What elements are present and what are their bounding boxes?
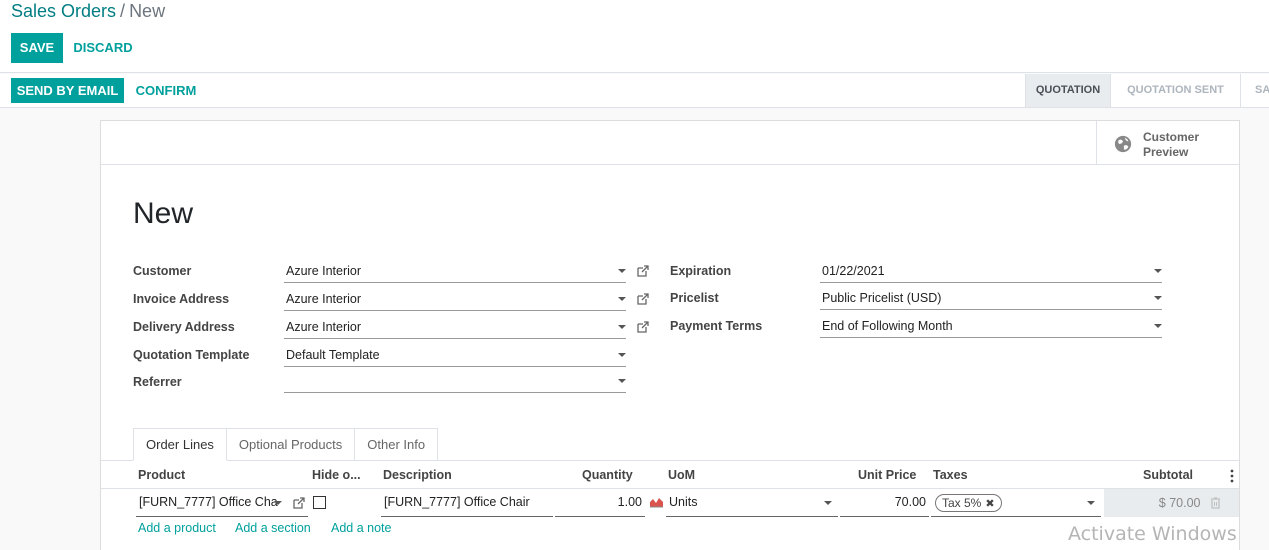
hide-composition-checkbox[interactable] — [313, 496, 326, 509]
uom-value: Units — [669, 495, 698, 509]
subtotal-value: $ 70.00 — [1158, 496, 1201, 510]
table-row[interactable]: [FURN_7777] Office Cha [FURN_7777] Offic… — [101, 489, 1239, 517]
expiration-value: 01/22/2021 — [822, 264, 885, 278]
chevron-down-icon[interactable] — [1154, 269, 1162, 273]
stage-pipeline: QUOTATION QUOTATION SENT SA — [1025, 74, 1269, 107]
add-product-link[interactable]: Add a product — [138, 521, 216, 535]
stage-quotation-sent[interactable]: QUOTATION SENT — [1110, 74, 1240, 107]
column-uom[interactable]: UoM — [668, 461, 695, 489]
tab-optional-products[interactable]: Optional Products — [225, 428, 356, 461]
referrer-field[interactable] — [284, 369, 626, 393]
external-link-icon[interactable] — [292, 496, 306, 510]
referrer-label: Referrer — [133, 375, 182, 389]
quotation-template-label: Quotation Template — [133, 348, 250, 362]
subtotal-cell: $ 70.00 — [1104, 489, 1239, 517]
description-value: [FURN_7777] Office Chair — [384, 495, 530, 509]
uom-cell[interactable]: Units — [666, 489, 838, 517]
stage-quotation[interactable]: QUOTATION — [1025, 74, 1110, 107]
external-link-icon[interactable] — [636, 320, 650, 334]
save-button[interactable]: SAVE — [11, 33, 63, 63]
column-options-icon[interactable] — [1229, 469, 1235, 483]
tab-other-info[interactable]: Other Info — [354, 428, 439, 461]
order-lines-header: Product Hide o... Description Quantity U… — [101, 461, 1239, 489]
chevron-down-icon[interactable] — [1087, 501, 1095, 505]
column-quantity[interactable]: Quantity — [582, 461, 633, 489]
payment-terms-field[interactable]: End of Following Month — [820, 314, 1162, 338]
product-cell[interactable]: [FURN_7777] Office Cha — [136, 489, 308, 517]
button-box: Customer Preview — [101, 121, 1239, 165]
breadcrumb-sales-orders[interactable]: Sales Orders — [11, 1, 116, 21]
payment-terms-value: End of Following Month — [822, 319, 953, 333]
expiration-field[interactable]: 01/22/2021 — [820, 259, 1162, 283]
tab-order-lines[interactable]: Order Lines — [133, 428, 227, 461]
unit-price-cell[interactable]: 70.00 — [840, 489, 929, 517]
pricelist-value: Public Pricelist (USD) — [822, 291, 942, 305]
delivery-address-field[interactable]: Azure Interior — [284, 315, 626, 339]
quotation-template-field[interactable]: Default Template — [284, 343, 626, 367]
chevron-down-icon[interactable] — [1154, 296, 1162, 300]
breadcrumb-separator: / — [120, 1, 126, 21]
forecast-chart-icon[interactable] — [649, 496, 664, 508]
unit-price-value: 70.00 — [894, 495, 926, 509]
tax-badge: Tax 5% ✖ — [935, 494, 1002, 512]
tax-badge-label: Tax 5% — [942, 496, 982, 510]
delivery-address-label: Delivery Address — [133, 320, 235, 334]
column-product[interactable]: Product — [138, 461, 185, 489]
notebook-tabs: Order Lines Optional Products Other Info — [133, 428, 439, 461]
globe-icon — [1114, 135, 1132, 153]
add-note-link[interactable]: Add a note — [331, 521, 391, 535]
external-link-icon[interactable] — [636, 264, 650, 278]
add-section-link[interactable]: Add a section — [235, 521, 311, 535]
stage-sales-order[interactable]: SA — [1240, 74, 1269, 107]
invoice-address-value: Azure Interior — [286, 292, 362, 306]
payment-terms-label: Payment Terms — [670, 319, 763, 333]
discard-button[interactable]: DISCARD — [68, 33, 138, 63]
windows-activation-watermark: Activate Windows — [1068, 523, 1237, 545]
status-bar: SEND BY EMAIL CONFIRM QUOTATION QUOTATIO… — [0, 74, 1269, 108]
column-hide[interactable]: Hide o... — [312, 461, 361, 489]
invoice-address-label: Invoice Address — [133, 292, 230, 306]
pricelist-field[interactable]: Public Pricelist (USD) — [820, 286, 1162, 310]
delivery-address-value: Azure Interior — [286, 320, 362, 334]
description-cell[interactable]: [FURN_7777] Office Chair — [381, 489, 553, 517]
expiration-label: Expiration — [670, 264, 732, 278]
chevron-down-icon[interactable] — [1154, 324, 1162, 328]
quantity-cell[interactable]: 1.00 — [555, 489, 645, 517]
chevron-down-icon[interactable] — [274, 501, 282, 505]
customer-label: Customer — [133, 264, 192, 278]
invoice-address-field[interactable]: Azure Interior — [284, 287, 626, 311]
chevron-down-icon[interactable] — [618, 353, 626, 357]
trash-icon[interactable] — [1210, 497, 1221, 509]
breadcrumb-current: New — [129, 1, 166, 21]
column-subtotal[interactable]: Subtotal — [1143, 461, 1193, 489]
external-link-icon[interactable] — [636, 292, 650, 306]
chevron-down-icon[interactable] — [618, 379, 626, 383]
chevron-down-icon[interactable] — [618, 269, 626, 273]
chevron-down-icon[interactable] — [618, 325, 626, 329]
customer-value: Azure Interior — [286, 264, 362, 278]
pricelist-label: Pricelist — [670, 291, 719, 305]
form-sheet: Customer Preview New Customer Azure Inte… — [100, 120, 1240, 550]
quantity-value: 1.00 — [617, 495, 642, 509]
column-unit-price[interactable]: Unit Price — [858, 461, 916, 489]
customer-field[interactable]: Azure Interior — [284, 259, 626, 283]
record-title: New — [133, 197, 194, 230]
send-by-email-button[interactable]: SEND BY EMAIL — [11, 78, 124, 103]
control-panel: Sales Orders / New SAVE DISCARD — [0, 0, 1269, 73]
quotation-template-value: Default Template — [286, 348, 380, 362]
column-description[interactable]: Description — [383, 461, 452, 489]
confirm-button[interactable]: CONFIRM — [128, 78, 204, 103]
product-value: [FURN_7777] Office Cha — [139, 495, 278, 509]
column-taxes[interactable]: Taxes — [933, 461, 968, 489]
breadcrumb: Sales Orders / New — [11, 0, 165, 22]
chevron-down-icon[interactable] — [618, 297, 626, 301]
close-icon[interactable]: ✖ — [985, 498, 994, 510]
chevron-down-icon[interactable] — [824, 501, 832, 505]
customer-preview-button[interactable]: Customer Preview — [1096, 121, 1239, 165]
customer-preview-label: Customer Preview — [1143, 130, 1200, 159]
